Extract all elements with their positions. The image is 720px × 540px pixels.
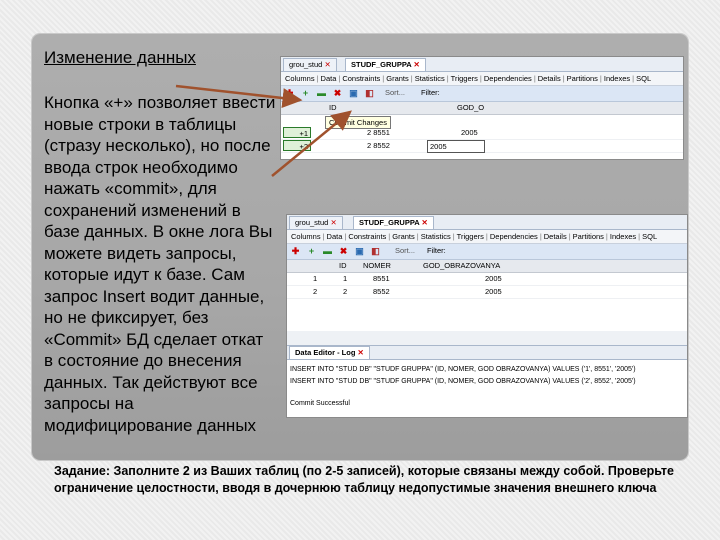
col-header-god[interactable]: GOD_O xyxy=(457,102,484,114)
log-line: Commit Successful xyxy=(290,400,350,407)
close-icon[interactable]: ✕ xyxy=(330,218,336,227)
object-subtabs: Columns | Data | Constraints | Grants | Statisti… xyxy=(281,72,683,86)
subtab-partitions[interactable]: Partitions xyxy=(572,232,605,241)
tab-studf-gruppa[interactable]: STUDF_GRUPPA ✕ xyxy=(353,216,434,229)
cell-god[interactable]: 2005 xyxy=(461,127,478,139)
close-icon[interactable]: ✕ xyxy=(358,348,364,357)
subtab-grants[interactable]: Grants xyxy=(391,232,416,241)
sort-button[interactable]: Sort... xyxy=(395,246,415,255)
delete-icon[interactable]: ✖ xyxy=(339,247,348,256)
row-number: 2 xyxy=(313,287,318,296)
col-header-id[interactable]: ID xyxy=(339,260,347,272)
object-subtabs: Columns | Data | Constraints | Grants | Statisti… xyxy=(287,230,687,244)
subtab-indexes[interactable]: Indexes xyxy=(609,232,637,241)
subtab-triggers[interactable]: Triggers xyxy=(456,232,485,241)
log-line: INSERT INTO "STUD DB" "STUDF GRUPPA" (ID… xyxy=(290,366,636,373)
table-row[interactable]: 2 2 8552 2005 xyxy=(287,286,687,299)
pin-icon[interactable]: ✚ xyxy=(285,89,294,98)
screenshot-data-editor-log: grou_stud ✕ STUDF_GRUPPA ✕ Columns | Data |… xyxy=(286,214,688,418)
rollback-icon[interactable]: ◧ xyxy=(371,247,380,256)
subtab-constraints[interactable]: Constraints xyxy=(347,232,387,241)
subtab-data[interactable]: Data xyxy=(320,74,338,83)
subtab-constraints[interactable]: Constraints xyxy=(341,74,381,83)
insert-row-icon[interactable]: + xyxy=(307,247,316,256)
subtab-columns[interactable]: Columns xyxy=(284,74,316,83)
cell-nomer[interactable]: 2 8552 xyxy=(367,140,390,152)
cell-god-edit[interactable]: 2005 xyxy=(427,140,485,153)
commit-icon[interactable]: ▣ xyxy=(349,89,358,98)
log-line: INSERT INTO "STUD DB" "STUDF GRUPPA" (ID… xyxy=(290,378,636,385)
subtab-statistics[interactable]: Statistics xyxy=(414,74,446,83)
cell-nomer[interactable]: 8552 xyxy=(373,286,390,298)
subtab-sql[interactable]: SQL xyxy=(635,74,652,83)
slide-body-text: Кнопка «+» позволяет ввести новые строки… xyxy=(44,93,276,435)
delete-row-icon[interactable]: ▬ xyxy=(323,247,332,256)
log-panel: INSERT INTO "STUD DB" "STUDF GRUPPA" (ID… xyxy=(287,360,687,417)
filter-label: Filter: xyxy=(421,88,440,97)
filter-label: Filter: xyxy=(427,246,446,255)
subtab-statistics[interactable]: Statistics xyxy=(420,232,452,241)
subtab-details[interactable]: Details xyxy=(537,74,562,83)
cell-god[interactable]: 2005 xyxy=(485,273,502,285)
cell-id[interactable]: 2 xyxy=(343,286,347,298)
sort-button[interactable]: Sort... xyxy=(385,88,405,97)
new-row-marker: +2 xyxy=(283,140,311,151)
editor-tab-bar: grou_stud ✕ STUDF_GRUPPA ✕ xyxy=(281,57,683,72)
close-icon[interactable]: ✕ xyxy=(324,60,330,69)
table-row[interactable]: +1 2 8551 2005 xyxy=(281,127,683,140)
close-icon[interactable]: ✕ xyxy=(422,218,428,227)
subtab-triggers[interactable]: Triggers xyxy=(450,74,479,83)
row-number: 1 xyxy=(313,274,318,283)
data-toolbar: ✚ + ▬ ✖ ▣ ◧ Sort... Filter: xyxy=(287,244,687,260)
insert-row-icon[interactable]: + xyxy=(301,89,310,98)
rollback-icon[interactable]: ◧ xyxy=(365,89,374,98)
subtab-sql[interactable]: SQL xyxy=(641,232,658,241)
col-header-nomer[interactable]: NOMER xyxy=(363,260,391,272)
grid-header: ID NOMER GOD_OBRAZOVANYA xyxy=(287,260,687,273)
tab-studf-gruppa[interactable]: STUDF_GRUPPA ✕ xyxy=(345,58,426,71)
cell-nomer[interactable]: 2 8551 xyxy=(367,127,390,139)
tab-data-editor-log[interactable]: Data Editor - Log ✕ xyxy=(289,346,370,359)
table-row[interactable]: +2 2 8552 2005 xyxy=(281,140,683,153)
tab-grou-stud[interactable]: grou_stud ✕ xyxy=(283,58,337,71)
pin-icon[interactable]: ✚ xyxy=(291,247,300,256)
table-row[interactable]: 1 1 8551 2005 xyxy=(287,273,687,286)
delete-row-icon[interactable]: ▬ xyxy=(317,89,326,98)
task-text: Задание: Заполните 2 из Ваших таблиц (по… xyxy=(54,464,674,495)
close-icon[interactable]: ✕ xyxy=(414,60,420,69)
subtab-dependencies[interactable]: Dependencies xyxy=(483,74,533,83)
grid-header: ID GOD_O xyxy=(281,102,683,115)
cell-nomer[interactable]: 8551 xyxy=(373,273,390,285)
col-header-god[interactable]: GOD_OBRAZOVANYA xyxy=(423,260,500,272)
tab-grou-stud[interactable]: grou_stud ✕ xyxy=(289,216,343,229)
subtab-grants[interactable]: Grants xyxy=(385,74,410,83)
new-row-marker: +1 xyxy=(283,127,311,138)
grid-empty-area xyxy=(287,331,687,345)
subtab-details[interactable]: Details xyxy=(543,232,568,241)
subtab-data[interactable]: Data xyxy=(326,232,344,241)
log-tab-bar: Data Editor - Log ✕ xyxy=(287,345,687,360)
cell-id[interactable]: 1 xyxy=(343,273,347,285)
col-header-id[interactable]: ID xyxy=(329,102,337,114)
cell-god[interactable]: 2005 xyxy=(485,286,502,298)
subtab-indexes[interactable]: Indexes xyxy=(603,74,631,83)
subtab-columns[interactable]: Columns xyxy=(290,232,322,241)
data-toolbar: ✚ + ▬ ✖ ▣ ◧ Sort... Filter: xyxy=(281,86,683,102)
screenshot-data-editor-insert: grou_stud ✕ STUDF_GRUPPA ✕ Columns | Data |… xyxy=(280,56,684,160)
subtab-partitions[interactable]: Partitions xyxy=(566,74,599,83)
delete-icon[interactable]: ✖ xyxy=(333,89,342,98)
subtab-dependencies[interactable]: Dependencies xyxy=(489,232,539,241)
commit-icon[interactable]: ▣ xyxy=(355,247,364,256)
slide-title: Изменение данных xyxy=(44,48,196,67)
editor-tab-bar: grou_stud ✕ STUDF_GRUPPA ✕ xyxy=(287,215,687,230)
